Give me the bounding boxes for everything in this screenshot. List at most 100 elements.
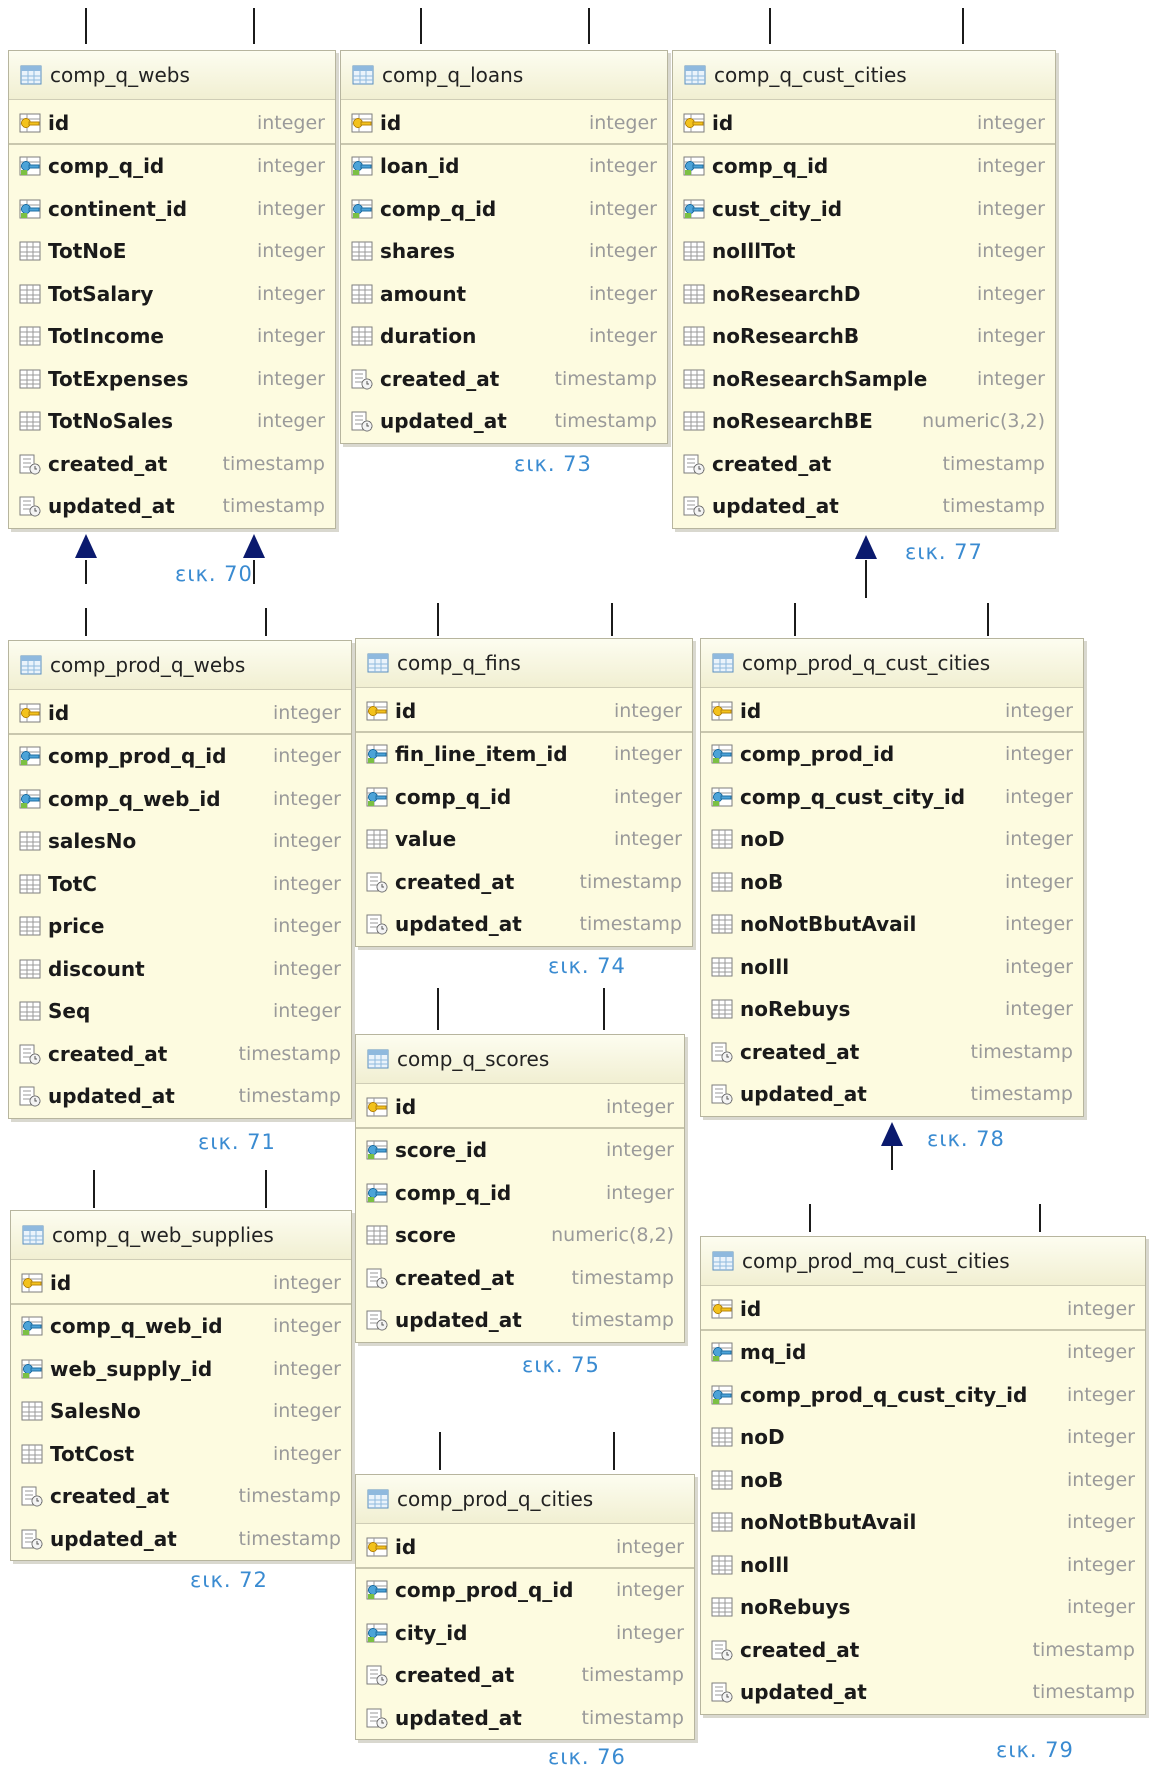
column-row[interactable]: SalesNo integer: [11, 1390, 351, 1433]
column-row[interactable]: comp_q_id integer: [341, 188, 667, 231]
table-comp-q-scores[interactable]: comp_q_scores id integer score_id integer com…: [355, 1034, 685, 1343]
table-header[interactable]: comp_q_webs: [9, 51, 335, 100]
column-row[interactable]: TotCost integer: [11, 1433, 351, 1476]
table-header[interactable]: comp_prod_mq_cust_cities: [701, 1237, 1145, 1286]
column-row[interactable]: noD integer: [701, 818, 1083, 861]
column-row[interactable]: noRebuys integer: [701, 1586, 1145, 1629]
column-row[interactable]: comp_q_id integer: [673, 145, 1055, 188]
table-header[interactable]: comp_prod_q_cust_cities: [701, 639, 1083, 688]
column-row[interactable]: updated_at timestamp: [701, 1073, 1083, 1116]
column-row[interactable]: updated_at timestamp: [356, 1299, 684, 1342]
column-row[interactable]: id integer: [9, 102, 335, 145]
column-row[interactable]: mq_id integer: [701, 1331, 1145, 1374]
column-row[interactable]: updated_at timestamp: [701, 1671, 1145, 1714]
column-row[interactable]: noResearchSample integer: [673, 358, 1055, 401]
column-row[interactable]: updated_at timestamp: [341, 400, 667, 443]
column-row[interactable]: Seq integer: [9, 990, 351, 1033]
column-row[interactable]: created_at timestamp: [9, 443, 335, 486]
column-row[interactable]: noD integer: [701, 1416, 1145, 1459]
table-header[interactable]: comp_q_cust_cities: [673, 51, 1055, 100]
table-comp-q-loans[interactable]: comp_q_loans id integer loan_id integer comp_…: [340, 50, 668, 444]
column-row[interactable]: comp_prod_q_id integer: [9, 735, 351, 778]
column-row[interactable]: TotC integer: [9, 863, 351, 906]
column-row[interactable]: TotNoSales integer: [9, 400, 335, 443]
column-row[interactable]: updated_at timestamp: [9, 485, 335, 528]
column-row[interactable]: noRebuys integer: [701, 988, 1083, 1031]
column-row[interactable]: id integer: [701, 690, 1083, 733]
column-row[interactable]: noResearchB integer: [673, 315, 1055, 358]
column-row[interactable]: created_at timestamp: [701, 1031, 1083, 1074]
column-row[interactable]: TotNoE integer: [9, 230, 335, 273]
table-header[interactable]: comp_prod_q_cities: [356, 1475, 694, 1524]
column-row[interactable]: comp_q_id integer: [356, 776, 692, 819]
column-row[interactable]: noIllTot integer: [673, 230, 1055, 273]
column-row[interactable]: created_at timestamp: [356, 1654, 694, 1697]
column-row[interactable]: comp_q_web_id integer: [11, 1305, 351, 1348]
table-header[interactable]: comp_q_scores: [356, 1035, 684, 1084]
column-row[interactable]: cust_city_id integer: [673, 188, 1055, 231]
column-row[interactable]: created_at timestamp: [9, 1033, 351, 1076]
column-row[interactable]: noB integer: [701, 1459, 1145, 1502]
column-row[interactable]: noNotBbutAvail integer: [701, 1501, 1145, 1544]
column-row[interactable]: updated_at timestamp: [11, 1518, 351, 1561]
column-row[interactable]: score_id integer: [356, 1129, 684, 1172]
column-row[interactable]: noNotBbutAvail integer: [701, 903, 1083, 946]
table-comp-prod-q-webs[interactable]: comp_prod_q_webs id integer comp_prod_q_id i…: [8, 640, 352, 1119]
column-row[interactable]: created_at timestamp: [11, 1475, 351, 1518]
table-comp-prod-q-cities[interactable]: comp_prod_q_cities id integer comp_prod_q_i…: [355, 1474, 695, 1740]
column-row[interactable]: noB integer: [701, 861, 1083, 904]
table-comp-prod-mq-cust-cities[interactable]: comp_prod_mq_cust_cities id integer mq_id in…: [700, 1236, 1146, 1715]
table-header[interactable]: comp_q_loans: [341, 51, 667, 100]
column-row[interactable]: created_at timestamp: [701, 1629, 1145, 1672]
column-row[interactable]: continent_id integer: [9, 188, 335, 231]
column-row[interactable]: TotIncome integer: [9, 315, 335, 358]
column-row[interactable]: salesNo integer: [9, 820, 351, 863]
column-row[interactable]: comp_q_web_id integer: [9, 778, 351, 821]
column-row[interactable]: score numeric(8,2): [356, 1214, 684, 1257]
column-row[interactable]: comp_prod_id integer: [701, 733, 1083, 776]
column-row[interactable]: created_at timestamp: [673, 443, 1055, 486]
column-row[interactable]: comp_prod_q_cust_city_id integer: [701, 1374, 1145, 1417]
column-row[interactable]: id integer: [9, 692, 351, 735]
column-row[interactable]: discount integer: [9, 948, 351, 991]
table-comp-q-cust-cities[interactable]: comp_q_cust_cities id integer comp_q_id inte…: [672, 50, 1056, 529]
table-header[interactable]: comp_q_fins: [356, 639, 692, 688]
column-row[interactable]: value integer: [356, 818, 692, 861]
column-row[interactable]: id integer: [356, 1086, 684, 1129]
table-comp-prod-q-cust-cities[interactable]: comp_prod_q_cust_cities id integer comp_pro…: [700, 638, 1084, 1117]
column-row[interactable]: id integer: [11, 1262, 351, 1305]
column-row[interactable]: id integer: [341, 102, 667, 145]
column-row[interactable]: web_supply_id integer: [11, 1348, 351, 1391]
column-row[interactable]: updated_at timestamp: [356, 1697, 694, 1740]
column-row[interactable]: noResearchD integer: [673, 273, 1055, 316]
column-row[interactable]: fin_line_item_id integer: [356, 733, 692, 776]
table-header[interactable]: comp_q_web_supplies: [11, 1211, 351, 1260]
column-row[interactable]: id integer: [701, 1288, 1145, 1331]
column-row[interactable]: shares integer: [341, 230, 667, 273]
column-row[interactable]: updated_at timestamp: [356, 903, 692, 946]
column-row[interactable]: comp_q_id integer: [9, 145, 335, 188]
column-row[interactable]: updated_at timestamp: [673, 485, 1055, 528]
column-row[interactable]: comp_q_cust_city_id integer: [701, 776, 1083, 819]
column-row[interactable]: duration integer: [341, 315, 667, 358]
table-comp-q-fins[interactable]: comp_q_fins id integer fin_line_item_id inte…: [355, 638, 693, 947]
column-row[interactable]: id integer: [356, 1526, 694, 1569]
table-header[interactable]: comp_prod_q_webs: [9, 641, 351, 690]
column-row[interactable]: created_at timestamp: [341, 358, 667, 401]
column-row[interactable]: TotExpenses integer: [9, 358, 335, 401]
column-row[interactable]: created_at timestamp: [356, 861, 692, 904]
column-row[interactable]: price integer: [9, 905, 351, 948]
column-row[interactable]: created_at timestamp: [356, 1257, 684, 1300]
column-row[interactable]: loan_id integer: [341, 145, 667, 188]
column-row[interactable]: noIll integer: [701, 946, 1083, 989]
column-row[interactable]: noIll integer: [701, 1544, 1145, 1587]
column-row[interactable]: updated_at timestamp: [9, 1075, 351, 1118]
column-row[interactable]: id integer: [356, 690, 692, 733]
table-comp-q-webs[interactable]: comp_q_webs id integer comp_q_id integer cont…: [8, 50, 336, 529]
column-row[interactable]: city_id integer: [356, 1612, 694, 1655]
column-row[interactable]: id integer: [673, 102, 1055, 145]
column-row[interactable]: comp_prod_q_id integer: [356, 1569, 694, 1612]
table-comp-q-web-supplies[interactable]: comp_q_web_supplies id integer comp_q_web_i…: [10, 1210, 352, 1561]
column-row[interactable]: TotSalary integer: [9, 273, 335, 316]
column-row[interactable]: amount integer: [341, 273, 667, 316]
